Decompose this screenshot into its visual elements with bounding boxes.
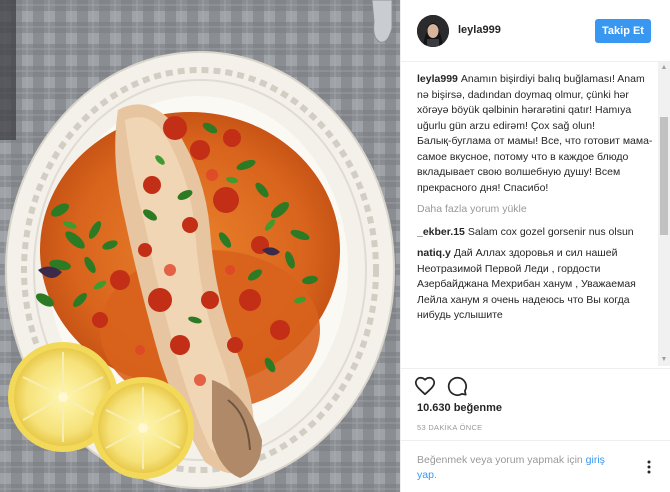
login-link[interactable]: giriş <box>586 454 605 466</box>
scrollbar-thumb[interactable] <box>660 117 668 235</box>
instagram-post: leyla999 Takip Et leyla999 Anamın bişirdi… <box>0 0 670 492</box>
post-username[interactable]: leyla999 <box>458 24 501 36</box>
comments-list: leyla999 Anamın bişirdiyi balıq buğlaması… <box>417 72 655 362</box>
comment-item: _ekber.15 Salam cox gozel gorsenir nus ol… <box>417 225 655 241</box>
comments-scrollbar[interactable]: ▲ ▼ <box>658 62 670 366</box>
caption-username[interactable]: leyla999 <box>417 73 458 85</box>
scroll-up-arrow-icon[interactable]: ▲ <box>658 62 670 74</box>
post-sidebar: leyla999 Takip Et leyla999 Anamın bişirdi… <box>400 0 670 492</box>
more-options-icon[interactable] <box>641 459 657 475</box>
post-photo[interactable] <box>0 0 400 492</box>
login-prompt-text: Beğenmek veya yorum yapmak için <box>417 454 583 466</box>
post-actions <box>401 368 670 398</box>
comment-username[interactable]: _ekber.15 <box>417 226 465 238</box>
comment-username[interactable]: natiq.y <box>417 247 451 259</box>
comment-item: natiq.y Дай Аллах здоровья и сил нашей Не… <box>417 246 655 324</box>
heart-icon[interactable] <box>414 375 436 397</box>
avatar[interactable] <box>417 15 449 47</box>
post-caption: leyla999 Anamın bişirdiyi balıq buğlaması… <box>417 72 655 196</box>
login-prompt-area: Beğenmek veya yorum yapmak için giriş ya… <box>401 440 670 492</box>
post-timestamp: 53 DAKİKA ÖNCE <box>417 423 483 432</box>
login-prompt-suffix: . <box>433 469 437 481</box>
comment-text: Salam cox gozel gorsenir nus olsun <box>467 225 634 238</box>
login-link-continued[interactable]: yap <box>417 469 434 481</box>
caption-text-ru: Балық-буглама от мамы! Все, что готовит … <box>417 135 653 194</box>
follow-button[interactable]: Takip Et <box>595 19 651 43</box>
avatar-portrait-icon <box>417 15 449 47</box>
likes-count[interactable]: 10.630 beğenme <box>417 402 502 414</box>
login-prompt: Beğenmek veya yorum yapmak için giriş ya… <box>417 453 617 483</box>
load-more-comments-link[interactable]: Daha fazla yorum yükle <box>417 202 655 218</box>
scroll-down-arrow-icon[interactable]: ▼ <box>658 354 670 366</box>
comment-bubble-icon[interactable] <box>446 375 468 397</box>
post-header: leyla999 Takip Et <box>401 0 670 62</box>
fish-dish-photo <box>0 0 400 492</box>
